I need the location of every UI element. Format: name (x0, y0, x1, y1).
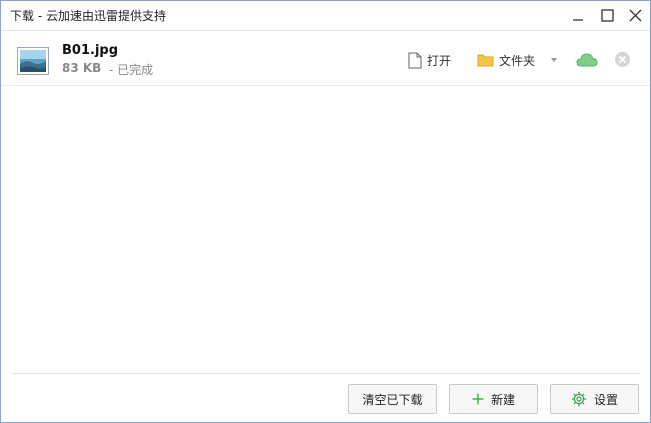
settings-button[interactable]: 设置 (550, 384, 639, 414)
clear-downloaded-button[interactable]: 清空已下载 (348, 384, 437, 414)
minimize-button[interactable] (563, 1, 593, 30)
folder-icon (477, 54, 494, 67)
open-label: 打开 (427, 53, 452, 68)
title-bar: 下载 - 云加速由迅雷提供支持 (1, 1, 650, 31)
file-name[interactable]: B01.jpg (62, 43, 118, 58)
settings-label: 设置 (593, 392, 618, 407)
open-file-button[interactable]: 打开 (408, 50, 451, 70)
download-window: 下载 - 云加速由迅雷提供支持 B01.jpg 83 KB - 已完成 打开 文… (0, 0, 651, 423)
folder-label: 文件夹 (499, 53, 536, 68)
minimize-icon (573, 18, 583, 21)
gear-icon (571, 391, 587, 407)
download-item[interactable]: B01.jpg 83 KB - 已完成 打开 文件夹 (1, 32, 650, 86)
file-size: 83 KB (62, 61, 102, 75)
maximize-button[interactable] (592, 1, 622, 30)
download-status: - 已完成 (109, 63, 154, 77)
cloud-icon[interactable] (576, 50, 598, 70)
close-icon (629, 9, 641, 22)
clear-label: 清空已下载 (362, 392, 423, 407)
image-file-icon (17, 47, 49, 75)
maximize-icon (600, 9, 614, 22)
footer-divider (11, 373, 640, 374)
plus-icon (472, 393, 484, 405)
new-download-button[interactable]: 新建 (449, 384, 538, 414)
open-folder-button[interactable]: 文件夹 (477, 50, 535, 70)
remove-icon[interactable] (614, 51, 631, 68)
chevron-down-icon[interactable] (551, 58, 557, 62)
close-button[interactable] (620, 1, 650, 30)
new-label: 新建 (490, 392, 515, 407)
window-title: 下载 - 云加速由迅雷提供支持 (10, 9, 166, 23)
document-icon (408, 52, 422, 68)
